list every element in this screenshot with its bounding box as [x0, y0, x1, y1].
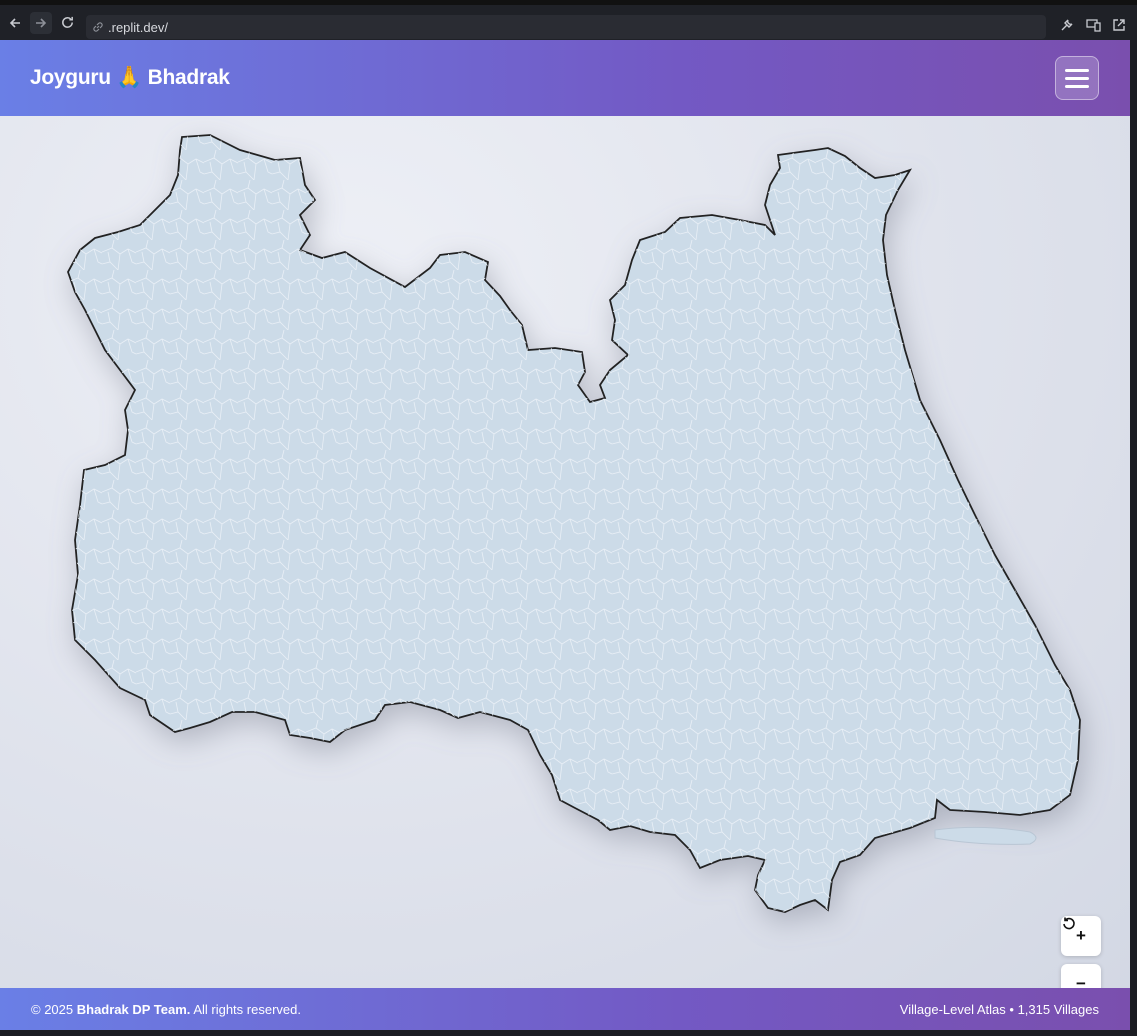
wrench-icon[interactable]: [1059, 17, 1075, 33]
copyright-text: © 2025 Bhadrak DP Team. All rights reser…: [31, 1001, 301, 1017]
devices-icon[interactable]: [1085, 17, 1101, 33]
link-icon: [93, 22, 103, 32]
url-text: .replit.dev/: [108, 19, 168, 35]
map-canvas[interactable]: + −: [0, 116, 1130, 1030]
island-shape[interactable]: [934, 826, 1037, 845]
atlas-info: Village-Level Atlas • 1,315 Villages: [899, 1001, 1099, 1017]
district-map[interactable]: [0, 116, 1130, 988]
reload-icon[interactable]: [56, 12, 78, 34]
team-name: Bhadrak DP Team.: [76, 1001, 191, 1017]
brand-title[interactable]: Joyguru 🙏 Bhadrak: [30, 66, 230, 90]
reset-rotate-icon: [1063, 917, 1075, 930]
village-boundaries[interactable]: [68, 135, 1080, 912]
app-footer: © 2025 Bhadrak DP Team. All rights reser…: [0, 988, 1130, 1030]
external-link-icon[interactable]: [1111, 17, 1127, 33]
hamburger-icon: [1065, 68, 1089, 72]
hamburger-menu-button[interactable]: [1055, 56, 1099, 100]
window-edge: [1130, 40, 1137, 1036]
address-bar[interactable]: .replit.dev/: [86, 15, 1046, 39]
back-arrow-icon[interactable]: [4, 12, 26, 34]
app-header: Joyguru 🙏 Bhadrak: [0, 40, 1130, 116]
app-container: Joyguru 🙏 Bhadrak + − © 2025 Bhadrak DP …: [0, 40, 1130, 1030]
window-edge-bottom: [0, 1030, 1137, 1036]
browser-toolbar: .replit.dev/: [0, 0, 1137, 40]
forward-arrow-icon[interactable]: [30, 11, 52, 34]
